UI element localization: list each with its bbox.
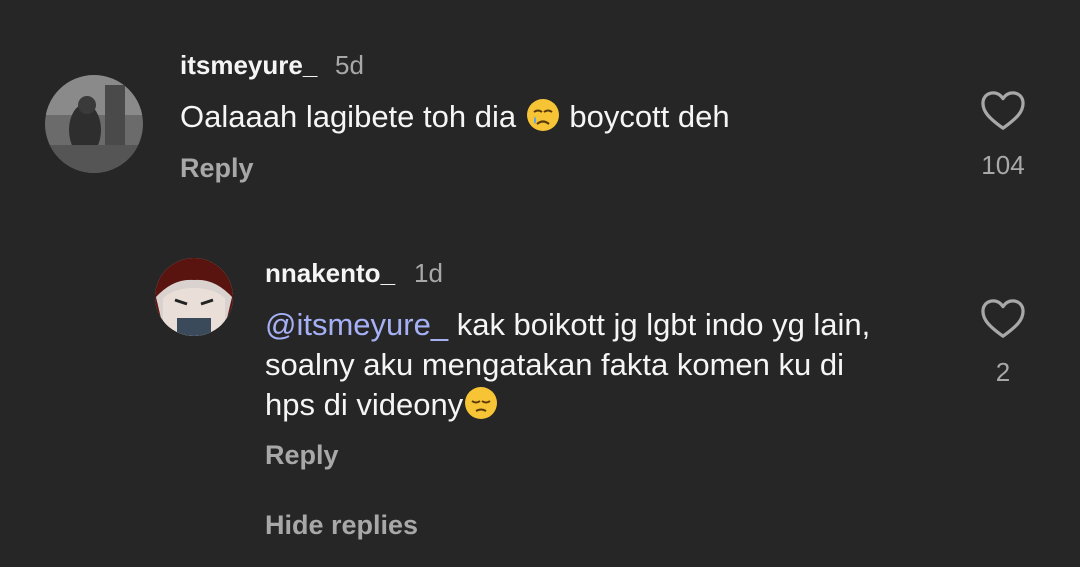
timestamp: 5d <box>335 50 364 80</box>
like-count: 2 <box>995 357 1011 387</box>
avatar-anime-icon <box>155 258 233 336</box>
comment-text-part: Oalaaah lagibete toh dia <box>180 99 525 134</box>
avatar[interactable] <box>155 258 233 336</box>
like-button[interactable] <box>980 298 1026 340</box>
comment-line: hps di videony <box>265 385 965 425</box>
timestamp: 1d <box>414 258 443 288</box>
heart-icon <box>981 299 1025 338</box>
avatar-photo-icon <box>45 75 143 173</box>
username[interactable]: nnakento_ <box>265 258 395 289</box>
like-button[interactable] <box>980 90 1026 132</box>
comment-text-part: boycott deh <box>560 99 730 134</box>
comment-text-part: kak boikott jg lgbt indo yg lain, <box>448 307 871 342</box>
mention-link[interactable]: @itsmeyure_ <box>265 307 448 342</box>
heart-icon <box>981 91 1025 130</box>
reply-button[interactable]: Reply <box>265 440 339 471</box>
comment-line: soalny aku mengatakan fakta komen ku di <box>265 347 845 382</box>
comment-line: @itsmeyure_ kak boikott jg lgbt indo yg … <box>265 305 965 345</box>
pensive-face-emoji-icon <box>463 385 499 421</box>
reply-button[interactable]: Reply <box>180 153 254 184</box>
hide-replies-button[interactable]: Hide replies <box>265 510 418 541</box>
comment-text: Oalaaah lagibete toh dia boycott deh <box>180 97 940 137</box>
crying-face-emoji-icon <box>525 97 561 133</box>
like-count: 104 <box>981 150 1025 180</box>
comment-text: @itsmeyure_ kak boikott jg lgbt indo yg … <box>265 305 965 425</box>
avatar[interactable] <box>45 75 143 173</box>
comment-text-part: hps di videony <box>265 387 464 422</box>
username[interactable]: itsmeyure_ <box>180 50 317 81</box>
